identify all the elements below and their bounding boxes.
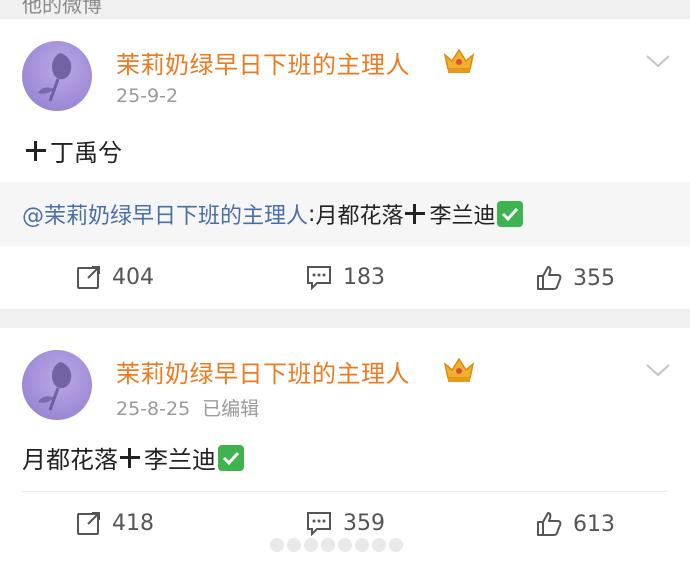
post-card[interactable]: 茉莉奶绿早日下班的主理人 25-8-25 已编辑 月都花落 李兰迪 418 35… [0,328,690,565]
avatar[interactable] [22,41,92,111]
post-date: 25-8-25 [116,398,191,420]
weibo-feed: 他的微博 茉莉奶绿早日下班的主理人 25-9-2 丁禹兮 @茉莉奶绿早日下班的主… [0,0,690,565]
post-meta: 25-9-2 [116,85,178,107]
post-text-content: 丁禹兮 [50,139,122,167]
like-count: 355 [573,265,615,291]
like-button[interactable]: 355 [535,264,615,292]
action-bar: 404 183 355 [0,254,690,304]
plus-icon [403,202,427,226]
avatar[interactable] [22,350,92,420]
plus-icon [24,139,48,163]
watermark [270,538,420,558]
thumbs-up-icon [537,512,562,536]
comment-icon [307,512,331,536]
plus-icon [118,446,142,470]
post-card[interactable]: 茉莉奶绿早日下班的主理人 25-9-2 丁禹兮 @茉莉奶绿早日下班的主理人 : … [0,19,690,309]
post-text-after: 李兰迪 [144,446,216,474]
check-mark-icon [497,201,524,227]
like-button[interactable]: 613 [535,510,615,538]
repost-count: 404 [112,264,154,290]
comment-icon [307,266,331,290]
crown-badge-icon [443,357,475,382]
chevron-down-icon[interactable] [644,360,672,380]
repost-button[interactable]: 404 [76,264,154,290]
repost-body: : 月都花落 李兰迪 [308,198,524,230]
post-text: 丁禹兮 [24,133,122,168]
user-name[interactable]: 茉莉奶绿早日下班的主理人 [116,354,410,389]
post-meta: 25-8-25 已编辑 [116,394,259,421]
mention-link[interactable]: @茉莉奶绿早日下班的主理人 [22,198,308,230]
user-name[interactable]: 茉莉奶绿早日下班的主理人 [116,45,410,80]
repost-separator: : [308,201,316,227]
comment-count: 359 [343,510,385,536]
divider [22,491,668,492]
repost-button[interactable]: 418 [76,510,154,536]
section-header: 他的微博 [22,0,102,17]
post-header: 茉莉奶绿早日下班的主理人 25-9-2 [22,41,672,111]
repost-box[interactable]: @茉莉奶绿早日下班的主理人 : 月都花落 李兰迪 [0,182,690,246]
repost-count: 418 [112,510,154,536]
comment-button[interactable]: 183 [305,264,385,290]
repost-text-after: 李兰迪 [429,204,496,229]
share-icon [77,512,100,535]
comment-button[interactable]: 359 [305,510,385,536]
chevron-down-icon[interactable] [644,51,672,71]
repost-text-before: 月都花落 [315,204,404,229]
thumbs-up-icon [537,266,562,290]
comment-count: 183 [343,264,385,290]
post-date: 25-9-2 [116,85,179,107]
post-text-before: 月都花落 [22,446,118,474]
crown-badge-icon [443,48,475,73]
edited-label: 已编辑 [202,398,260,420]
share-icon [77,266,100,289]
check-mark-icon [218,444,244,471]
post-header: 茉莉奶绿早日下班的主理人 25-8-25 已编辑 [22,350,672,420]
like-count: 613 [573,511,615,537]
post-text: 月都花落 李兰迪 [22,440,244,475]
